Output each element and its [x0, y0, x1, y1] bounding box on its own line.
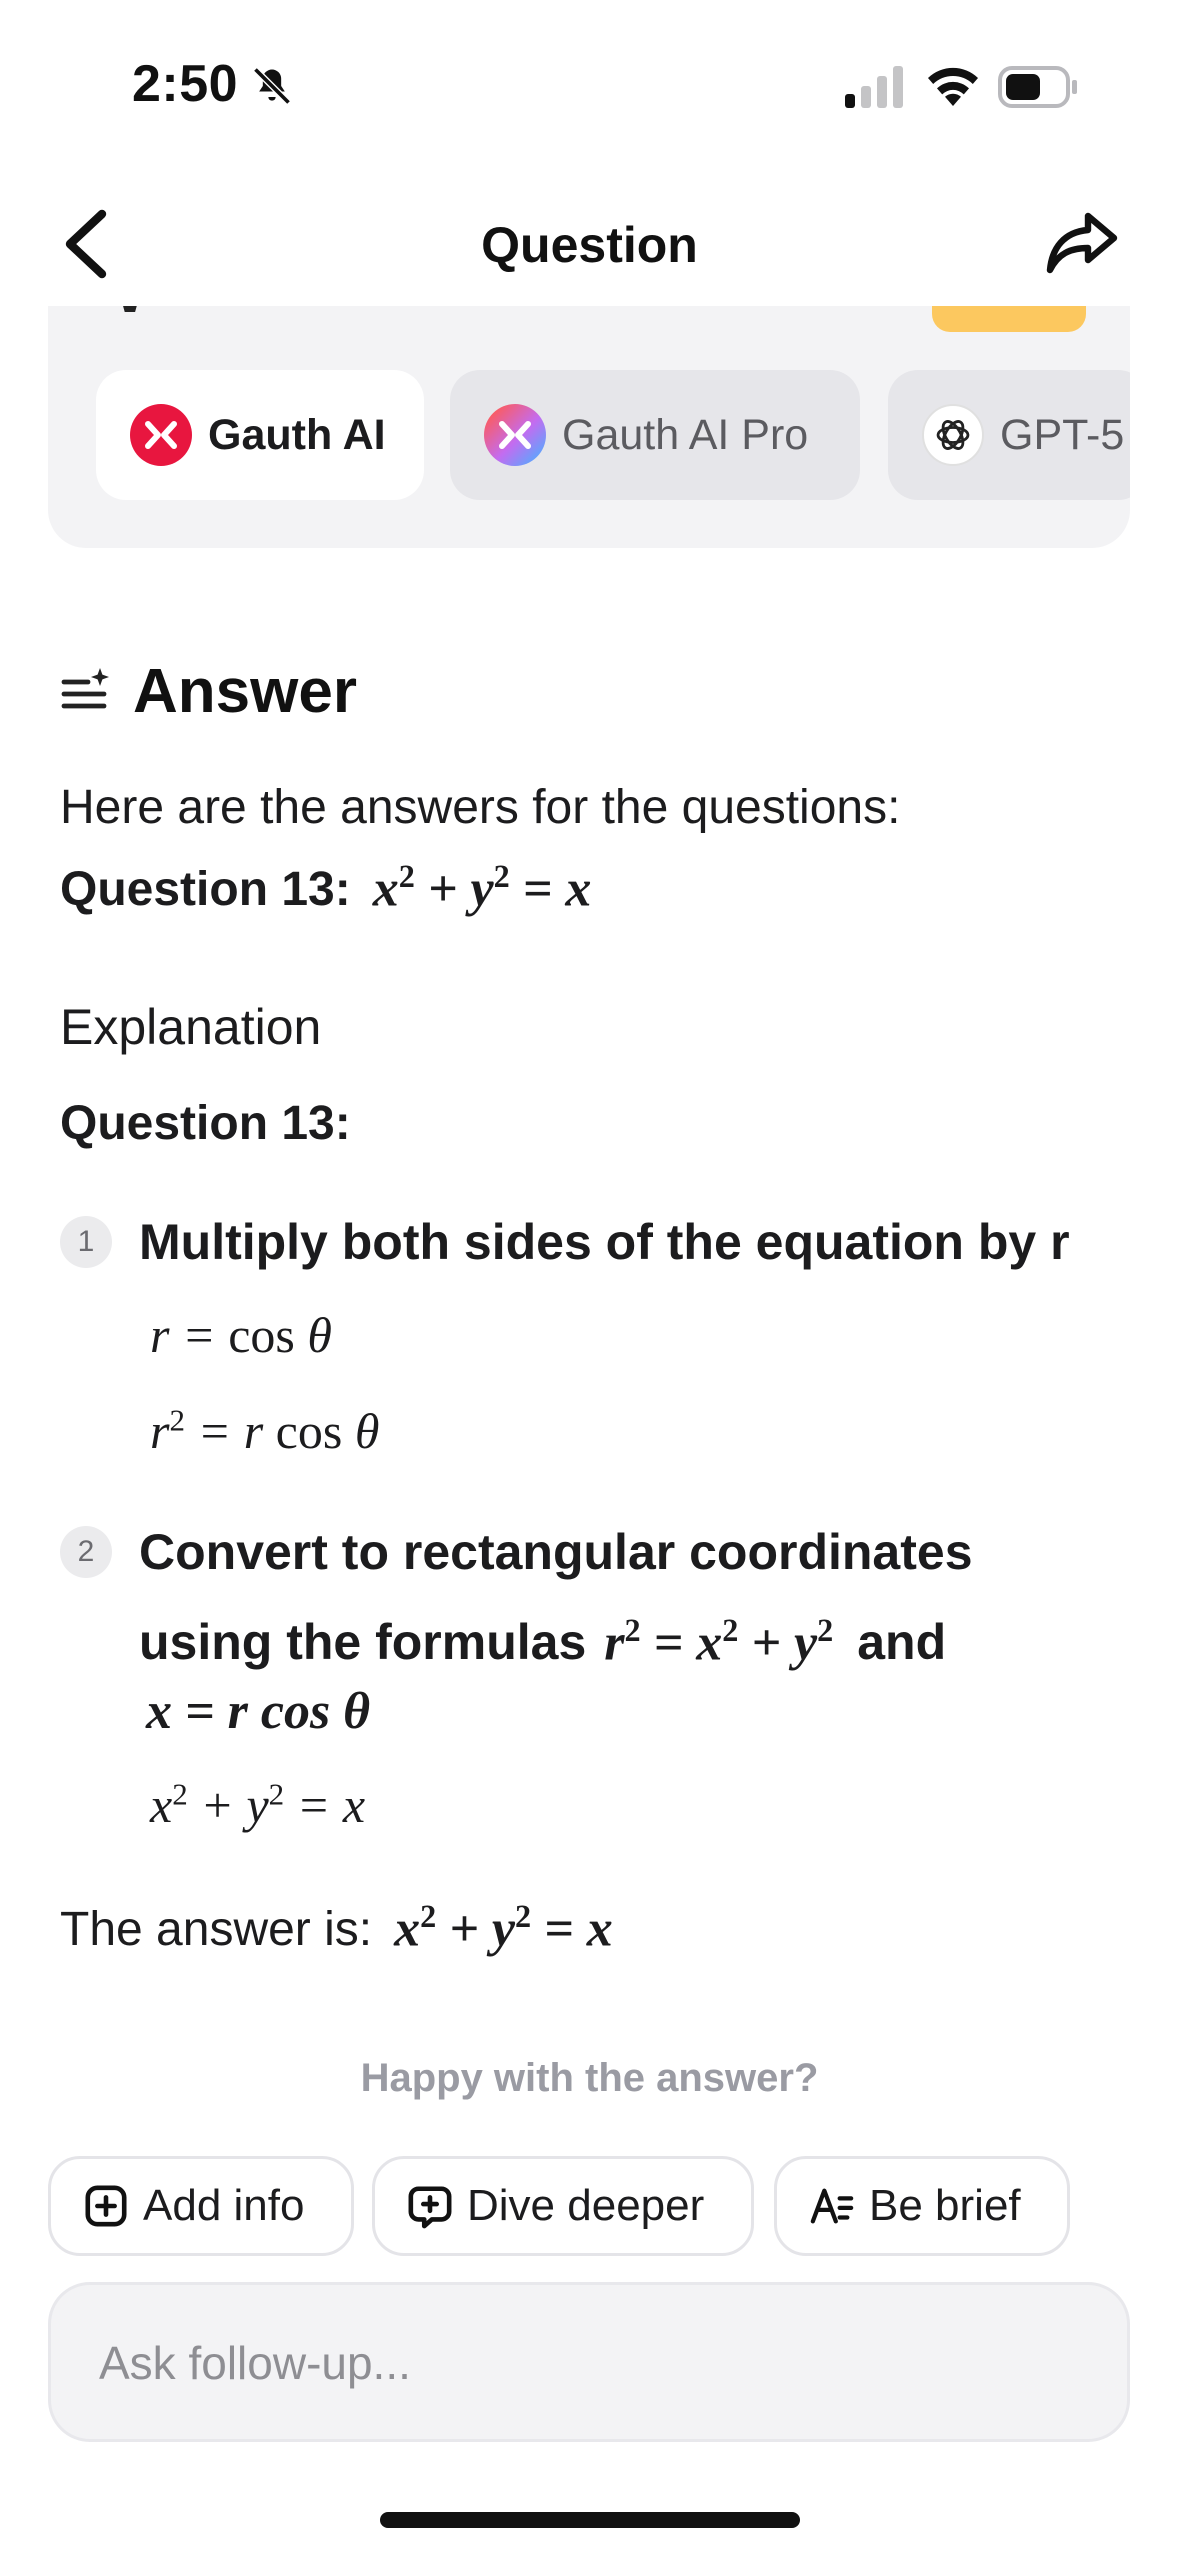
plus-square-icon	[85, 2185, 127, 2227]
chip-gauth-ai[interactable]: Gauth AI	[96, 370, 424, 500]
question-heading: Question 13:	[60, 1097, 351, 1150]
feedback-prompt: Happy with the answer?	[360, 2056, 819, 2100]
panel-header-clipped: ∨ ▔▔▔▔▔▔▔▔▔	[108, 306, 541, 325]
step-number-1: 1	[60, 1216, 112, 1268]
chip-gauth-ai-pro[interactable]: Gauth AI Pro	[450, 370, 860, 500]
chat-plus-icon	[408, 2186, 452, 2229]
page-title: Question	[481, 217, 698, 273]
explanation-label: Explanation	[60, 999, 322, 1055]
summary-equation: x2 + y2 = x	[372, 858, 592, 918]
step-1-equation-1: r = cos θ	[150, 1307, 332, 1363]
be-brief-label: Be brief	[869, 2181, 1021, 2230]
wifi-icon	[928, 67, 978, 106]
battery-icon	[998, 66, 1077, 108]
plus-badge	[932, 306, 1086, 332]
chip-label: Gauth AI Pro	[562, 410, 809, 459]
step-2-formula-2: x = r cos θ	[146, 1683, 371, 1740]
step-2-formulas-text: using the formulas	[139, 1614, 587, 1671]
question-label: Question 13:	[60, 863, 351, 917]
step-1-title: Multiply both sides of the equation by r	[139, 1214, 1070, 1270]
step-2-formula-1: r2 = x2 + y2	[604, 1612, 834, 1672]
dive-deeper-button[interactable]: Dive deeper	[372, 2156, 754, 2256]
step-1-equation-2: r2 = r cos θ	[150, 1402, 380, 1459]
dive-deeper-label: Dive deeper	[467, 2181, 705, 2230]
final-label: The answer is:	[60, 1903, 373, 1957]
add-info-label: Add info	[143, 2181, 305, 2230]
chip-label: Gauth AI	[208, 410, 386, 459]
chip-gpt[interactable]: GPT-5	[888, 370, 1130, 500]
answer-intro: Here are the answers for the questions:	[60, 781, 901, 834]
share-icon[interactable]	[1044, 208, 1120, 278]
home-indicator[interactable]	[380, 2512, 800, 2528]
gauth-logo-icon	[130, 404, 192, 466]
step-2-title: Convert to rectangular coordinates	[139, 1524, 973, 1580]
status-time: 2:50	[132, 55, 239, 113]
gauth-pro-logo-icon	[484, 404, 546, 466]
follow-up-input[interactable]	[97, 2329, 1081, 2397]
answer-heading: Answer	[133, 657, 357, 726]
step-2-title-line2: using the formulas r2 = x2 + y2 and	[139, 1590, 946, 1683]
final-answer: The answer is: x2 + y2 = x	[60, 1898, 613, 1958]
text-shorten-icon	[810, 2188, 854, 2224]
openai-logo-icon	[922, 404, 984, 466]
ai-assistant-panel: ∨ ▔▔▔▔▔▔▔▔▔ Gauth AI Gauth AI Pro GPT-5	[48, 306, 1130, 548]
step-2-and: and	[857, 1614, 947, 1671]
be-brief-button[interactable]: Be brief	[774, 2156, 1070, 2256]
bell-muted-icon	[253, 67, 291, 105]
add-info-button[interactable]: Add info	[48, 2156, 354, 2256]
answer-summary: Question 13: x2 + y2 = x	[60, 858, 591, 918]
answer-list-sparkle-icon	[61, 668, 109, 709]
step-2-result-equation: x2 + y2 = x	[150, 1776, 366, 1833]
final-equation: x2 + y2 = x	[394, 1898, 613, 1958]
step-number-2: 2	[60, 1526, 112, 1578]
chip-label: GPT-5	[1000, 410, 1125, 459]
follow-up-box[interactable]	[48, 2282, 1130, 2442]
cellular-signal-icon	[845, 66, 903, 108]
